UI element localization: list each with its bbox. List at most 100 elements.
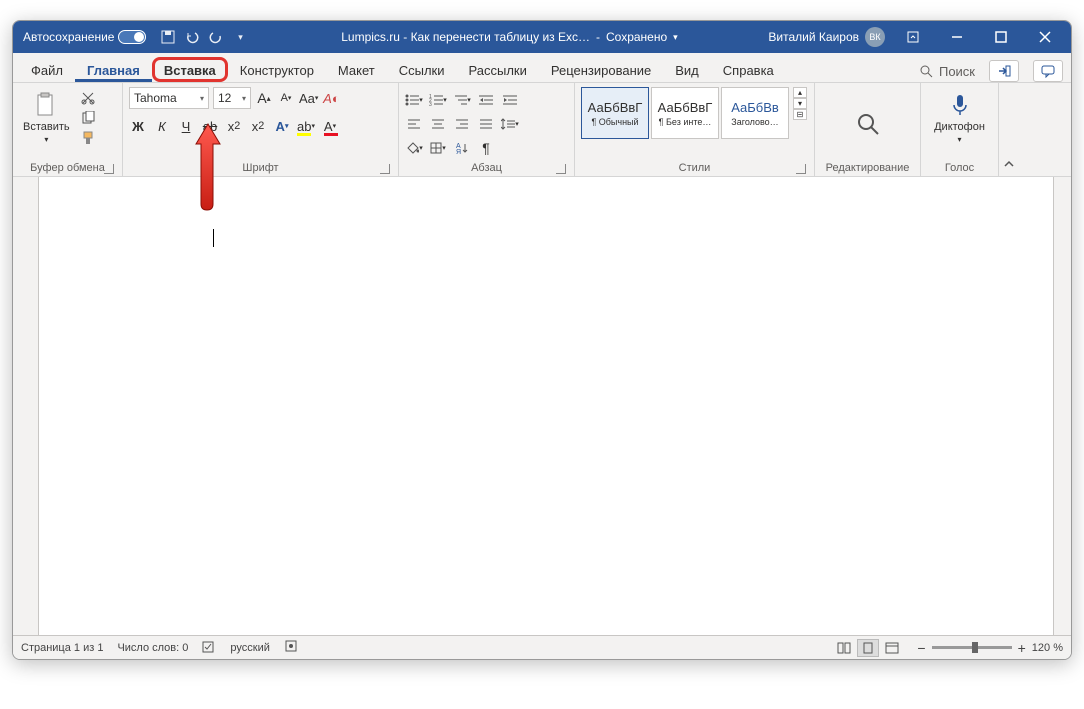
clipboard-launcher[interactable] (104, 164, 114, 174)
redo-icon[interactable] (208, 29, 224, 45)
undo-icon[interactable] (184, 29, 200, 45)
tab-design[interactable]: Конструктор (228, 57, 326, 82)
zoom-slider[interactable] (932, 646, 1012, 649)
ribbon-display-icon[interactable] (891, 21, 935, 53)
minimize-icon[interactable] (935, 21, 979, 53)
autosave-label: Автосохранение (23, 30, 114, 44)
cut-button[interactable] (78, 89, 98, 107)
increase-indent-button[interactable] (501, 91, 519, 109)
search-icon (854, 110, 882, 138)
zoom-out-button[interactable]: − (917, 640, 925, 656)
search-input[interactable]: Поиск (919, 64, 975, 79)
bold-button[interactable]: Ж (129, 117, 147, 135)
voice-label: Голос (945, 162, 974, 174)
subscript-button[interactable]: x2 (225, 117, 243, 135)
decrease-indent-button[interactable] (477, 91, 495, 109)
user-account[interactable]: Виталий Каиров ВК (762, 27, 891, 47)
show-marks-button[interactable]: ¶ (477, 139, 495, 157)
multilevel-icon (453, 94, 467, 106)
word-count[interactable]: Число слов: 0 (117, 642, 188, 654)
print-layout-button[interactable] (857, 639, 879, 657)
format-painter-button[interactable] (78, 129, 98, 147)
style-heading1[interactable]: АаБбВвЗаголово… (721, 87, 789, 139)
borders-button[interactable]: ▾ (429, 139, 447, 157)
font-size-combo[interactable]: 12▾ (213, 87, 251, 109)
find-button[interactable] (846, 106, 890, 142)
close-icon[interactable] (1023, 21, 1067, 53)
paragraph-launcher[interactable] (556, 164, 566, 174)
sort-button[interactable]: AЯ (453, 139, 471, 157)
strikethrough-button[interactable]: ab (201, 117, 219, 135)
vertical-ruler (13, 177, 39, 635)
shading-button[interactable]: ▾ (405, 139, 423, 157)
tab-references[interactable]: Ссылки (387, 57, 457, 82)
italic-button[interactable]: К (153, 117, 171, 135)
bullets-button[interactable]: ▾ (405, 91, 423, 109)
style-nospacing[interactable]: АаБбВвГ¶ Без инте… (651, 87, 719, 139)
text-effects-button[interactable]: A▾ (273, 117, 291, 135)
styles-down-button[interactable]: ▾ (793, 98, 807, 109)
dictate-button[interactable]: Диктофон ▾ (930, 87, 989, 148)
autosave-toggle[interactable]: Автосохранение (17, 30, 152, 44)
maximize-icon[interactable] (979, 21, 1023, 53)
collapse-ribbon-button[interactable] (999, 83, 1019, 176)
styles-up-button[interactable]: ▴ (793, 87, 807, 98)
underline-button[interactable]: Ч (177, 117, 195, 135)
superscript-button[interactable]: x2 (249, 117, 267, 135)
page-indicator[interactable]: Страница 1 из 1 (21, 642, 103, 654)
font-name-combo[interactable]: Tahoma▾ (129, 87, 209, 109)
sort-icon: AЯ (456, 142, 468, 154)
zoom-level[interactable]: 120 % (1032, 642, 1063, 654)
clipboard-label: Буфер обмена (30, 162, 105, 174)
align-left-button[interactable] (405, 115, 423, 133)
saved-status: Сохранено (606, 30, 667, 44)
macro-icon[interactable] (284, 639, 298, 656)
line-spacing-button[interactable]: ▾ (501, 115, 519, 133)
tab-home[interactable]: Главная (75, 57, 152, 82)
qat-customize-icon[interactable]: ▾ (232, 29, 248, 45)
comments-button[interactable] (1033, 60, 1063, 82)
copy-button[interactable] (78, 109, 98, 127)
align-center-button[interactable] (429, 115, 447, 133)
justify-button[interactable] (477, 115, 495, 133)
web-layout-button[interactable] (881, 639, 903, 657)
style-gallery[interactable]: АаБбВвГ¶ Обычный АаБбВвГ¶ Без инте… АаБб… (581, 87, 789, 139)
tab-insert[interactable]: Вставка (152, 57, 228, 82)
grow-font-button[interactable]: A▴ (255, 89, 273, 107)
font-color-button[interactable]: A▾ (321, 117, 339, 135)
tab-view[interactable]: Вид (663, 57, 711, 82)
styles-label: Стили (679, 162, 711, 174)
multilevel-button[interactable]: ▾ (453, 91, 471, 109)
svg-text:Я: Я (456, 149, 461, 154)
numbering-button[interactable]: 123▾ (429, 91, 447, 109)
tab-mailings[interactable]: Рассылки (457, 57, 539, 82)
outdent-icon (479, 94, 493, 106)
paste-button[interactable]: Вставить ▾ (19, 87, 74, 148)
zoom-in-button[interactable]: + (1018, 640, 1026, 656)
tab-review[interactable]: Рецензирование (539, 57, 663, 82)
style-normal[interactable]: АаБбВвГ¶ Обычный (581, 87, 649, 139)
titlebar: Автосохранение ▾ Lumpics.ru - Как перене… (13, 21, 1071, 53)
change-case-button[interactable]: Aa▾ (299, 89, 318, 107)
tab-layout[interactable]: Макет (326, 57, 387, 82)
read-mode-button[interactable] (833, 639, 855, 657)
borders-icon (430, 142, 442, 154)
ribbon: Вставить ▾ Буфер обмена Tahoma▾ 12▾ A▴ A… (13, 83, 1071, 177)
highlight-button[interactable]: ab▾ (297, 117, 315, 135)
spellcheck-icon[interactable] (202, 639, 216, 656)
share-button[interactable] (989, 60, 1019, 82)
shrink-font-button[interactable]: A▾ (277, 89, 295, 107)
ribbon-tabs: Файл Главная Вставка Конструктор Макет С… (13, 53, 1071, 83)
font-launcher[interactable] (380, 164, 390, 174)
vertical-scrollbar[interactable] (1053, 177, 1071, 635)
tab-file[interactable]: Файл (19, 57, 75, 82)
styles-more-button[interactable]: ⊟ (793, 109, 807, 120)
align-right-button[interactable] (453, 115, 471, 133)
language-indicator[interactable]: русский (230, 642, 269, 654)
share-icon (997, 64, 1011, 78)
tab-help[interactable]: Справка (711, 57, 786, 82)
styles-launcher[interactable] (796, 164, 806, 174)
document-page[interactable] (39, 177, 1053, 635)
save-icon[interactable] (160, 29, 176, 45)
clear-formatting-button[interactable]: A◐ (322, 89, 340, 107)
